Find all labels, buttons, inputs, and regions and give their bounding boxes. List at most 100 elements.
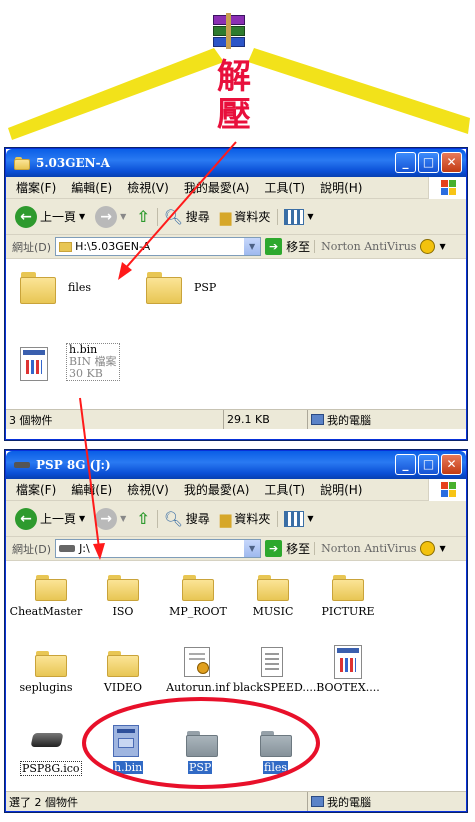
folder-icon xyxy=(35,575,67,601)
title-bar[interactable]: 5.03GEN-A _ □ ✕ xyxy=(6,149,466,177)
file-label: h.bin xyxy=(113,761,144,774)
dropdown-arrow-icon[interactable]: ▼ xyxy=(79,514,85,523)
address-path: J:\ xyxy=(79,542,90,555)
folder-item[interactable]: CheatMaster xyxy=(6,569,86,619)
bin-file-icon xyxy=(20,347,48,381)
go-arrow-icon[interactable]: ➔ xyxy=(265,540,283,557)
search-button[interactable]: 🔍︎ 搜尋 xyxy=(156,509,213,528)
windows-logo-icon xyxy=(428,479,466,501)
menu-file[interactable]: 檔案(F) xyxy=(16,179,56,196)
folder-item[interactable]: PICTURE xyxy=(308,569,388,619)
search-button[interactable]: 🔍︎ 搜尋 xyxy=(156,207,213,226)
search-label: 搜尋 xyxy=(185,210,210,224)
folder-item[interactable]: MUSIC xyxy=(233,569,313,619)
status-bar: 選了 2 個物件 我的電腦 xyxy=(6,791,466,811)
explorer-window-source: 5.03GEN-A _ □ ✕ 檔案(F) 編輯(E) 檢視(V) 我的最愛(A… xyxy=(5,148,467,440)
file-item[interactable]: Autorun.inf xyxy=(158,645,238,695)
file-item-selected[interactable]: h.bin xyxy=(83,725,163,775)
minimize-button[interactable]: _ xyxy=(395,152,416,173)
go-button[interactable]: 移至 xyxy=(286,540,310,557)
menu-view[interactable]: 檢視(V) xyxy=(127,481,169,498)
folder-icon xyxy=(260,731,292,757)
forward-button[interactable]: → ▼ xyxy=(92,205,129,228)
back-button[interactable]: ← 上一頁 ▼ xyxy=(12,205,88,228)
title-bar[interactable]: PSP 8G (J:) _ □ ✕ xyxy=(6,451,466,479)
address-input[interactable]: J:\ ▼ xyxy=(55,539,262,558)
dropdown-arrow-icon[interactable]: ▼ xyxy=(120,212,126,221)
dropdown-arrow-icon[interactable]: ▼ xyxy=(439,242,445,251)
chevron-down-icon[interactable]: ▼ xyxy=(244,540,261,557)
file-item[interactable]: BOOTEX.... xyxy=(308,645,388,695)
dropdown-arrow-icon[interactable]: ▼ xyxy=(120,514,126,523)
menu-favorites[interactable]: 我的最愛(A) xyxy=(184,179,250,196)
extract-label: 解 壓 xyxy=(212,58,256,134)
status-bar: 3 個物件 29.1 KB 我的電腦 xyxy=(6,409,466,429)
file-item-hbin[interactable]: h.bin BIN 檔案 30 KB xyxy=(20,343,120,393)
search-icon: 🔍︎ xyxy=(163,509,183,528)
up-folder-button[interactable]: ⇧ xyxy=(133,207,152,226)
folder-icon xyxy=(107,575,139,601)
bin-file-icon xyxy=(113,725,139,757)
menu-tools[interactable]: 工具(T) xyxy=(264,481,305,498)
back-button[interactable]: ← 上一頁 ▼ xyxy=(12,507,88,530)
folder-icon xyxy=(59,241,73,252)
dropdown-arrow-icon[interactable]: ▼ xyxy=(439,544,445,553)
views-icon xyxy=(284,208,305,225)
file-item[interactable]: blackSPEED.... xyxy=(233,645,316,695)
folder-item-selected[interactable]: files xyxy=(233,725,313,775)
folders-button[interactable]: ▆ 資料夾 xyxy=(217,208,274,226)
chevron-down-icon[interactable]: ▼ xyxy=(244,238,261,255)
go-button[interactable]: 移至 xyxy=(286,238,310,255)
menu-favorites[interactable]: 我的最愛(A) xyxy=(184,481,250,498)
folders-icon: ▆ xyxy=(219,509,232,528)
folder-item[interactable]: MP_ROOT xyxy=(158,569,238,619)
computer-icon xyxy=(311,796,324,807)
menu-help[interactable]: 說明(H) xyxy=(320,179,362,196)
file-item-ico[interactable]: PSP8G.ico xyxy=(6,725,86,776)
status-count: 3 個物件 xyxy=(6,410,224,429)
menu-edit[interactable]: 編輯(E) xyxy=(71,481,112,498)
up-arrow-icon: ⇧ xyxy=(136,207,150,226)
menu-edit[interactable]: 編輯(E) xyxy=(71,179,112,196)
folder-item-files[interactable]: files xyxy=(20,269,100,309)
file-size: 30 KB xyxy=(69,367,103,380)
folder-item-psp[interactable]: PSP xyxy=(146,269,226,309)
text-file-icon xyxy=(261,647,283,677)
file-view: files PSP h.bin BIN 檔案 30 KB xyxy=(6,259,466,409)
forward-button[interactable]: → ▼ xyxy=(92,507,129,530)
file-label: Autorun.inf xyxy=(166,681,230,694)
close-button[interactable]: ✕ xyxy=(441,152,462,173)
maximize-button[interactable]: □ xyxy=(418,454,439,475)
views-button[interactable]: ▼ xyxy=(277,208,316,225)
folder-item-selected[interactable]: PSP xyxy=(158,725,238,775)
up-folder-button[interactable]: ⇧ xyxy=(133,509,152,528)
menu-file[interactable]: 檔案(F) xyxy=(16,481,56,498)
folder-icon xyxy=(107,651,139,677)
file-details: h.bin BIN 檔案 30 KB xyxy=(66,343,120,381)
roof-right xyxy=(248,48,470,134)
folder-item[interactable]: VIDEO xyxy=(83,645,163,695)
menu-tools[interactable]: 工具(T) xyxy=(264,179,305,196)
search-icon: 🔍︎ xyxy=(163,207,183,226)
menu-view[interactable]: 檢視(V) xyxy=(127,179,169,196)
dropdown-arrow-icon[interactable]: ▼ xyxy=(79,212,85,221)
bin-file-icon xyxy=(334,645,362,679)
folder-icon xyxy=(20,272,56,304)
folder-label: CheatMaster xyxy=(9,605,83,618)
close-button[interactable]: ✕ xyxy=(441,454,462,475)
menu-help[interactable]: 說明(H) xyxy=(320,481,362,498)
dropdown-arrow-icon[interactable]: ▼ xyxy=(307,514,313,523)
folder-item[interactable]: ISO xyxy=(83,569,163,619)
dropdown-arrow-icon[interactable]: ▼ xyxy=(307,212,313,221)
minimize-button[interactable]: _ xyxy=(395,454,416,475)
window-title: 5.03GEN-A xyxy=(36,156,110,170)
go-arrow-icon[interactable]: ➔ xyxy=(265,238,283,255)
folders-button[interactable]: ▆ 資料夾 xyxy=(217,510,274,528)
folder-item[interactable]: seplugins xyxy=(6,645,86,695)
views-button[interactable]: ▼ xyxy=(277,510,316,527)
address-input[interactable]: H:\5.03GEN-A ▼ xyxy=(55,237,262,256)
maximize-button[interactable]: □ xyxy=(418,152,439,173)
norton-icon[interactable] xyxy=(420,541,436,556)
norton-icon[interactable] xyxy=(420,239,436,254)
address-bar: 網址(D) J:\ ▼ ➔ 移至 Norton AntiVirus ▼ xyxy=(6,537,466,561)
